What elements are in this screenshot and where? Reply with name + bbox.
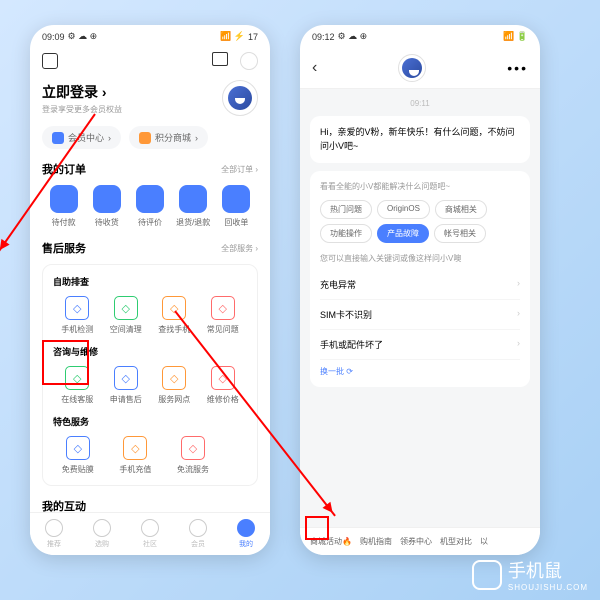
question-tip: 您可以直接输入关键词或像这样问小V噢 <box>320 253 520 264</box>
nav-item[interactable]: 我的 <box>237 519 255 549</box>
topic-chip[interactable]: 功能操作 <box>320 224 372 243</box>
status-time: 09:12 <box>312 32 335 42</box>
question-item[interactable]: SIM卡不识别› <box>320 300 520 330</box>
settings-icon[interactable] <box>42 53 58 69</box>
service-item[interactable]: ◇免费贴膜 <box>59 436 97 475</box>
login-section[interactable]: 立即登录 › 登录享受更多会员权益 <box>42 80 258 116</box>
highlight-box-2 <box>305 516 329 540</box>
status-bar: 09:12⚙ ☁ ⊕ 📶 🔋 <box>300 25 540 48</box>
nav-item[interactable]: 社区 <box>141 519 159 549</box>
nav-item[interactable]: 推荐 <box>45 519 63 549</box>
orders-title: 我的订单 <box>42 161 86 177</box>
order-item[interactable]: 待评价 <box>128 185 171 228</box>
order-item[interactable]: 回收单 <box>215 185 258 228</box>
top-bar <box>42 48 258 74</box>
phone-left: 09:09⚙ ☁ ⊕ 📶 ⚡17 立即登录 › 登录享受更多会员权益 会员中心› <box>30 25 270 555</box>
service-item[interactable]: ◇申请售后 <box>106 366 145 405</box>
refresh-link[interactable]: 换一批 ⟳ <box>320 366 520 377</box>
more-icon[interactable]: ••• <box>507 60 528 76</box>
service-item[interactable]: ◇常见问题 <box>203 296 242 335</box>
topic-chip[interactable]: 帐号相关 <box>434 224 486 243</box>
service-item[interactable]: ◇免流服务 <box>174 436 212 475</box>
suggestion-chip[interactable]: 购机指南 <box>360 536 392 547</box>
chat-avatar <box>398 54 426 82</box>
service-item[interactable]: ◇手机检测 <box>58 296 97 335</box>
cart-icon[interactable] <box>212 52 228 66</box>
nav-item[interactable]: 会员 <box>189 519 207 549</box>
service-item[interactable]: ◇手机充值 <box>117 436 155 475</box>
watermark: 手机鼠 SHOUJISHU.COM <box>472 557 588 592</box>
greeting-bubble: Hi，亲爱的V粉，新年快乐！有什么问题，不妨问问小V吧~ <box>310 116 530 163</box>
aftersale-title: 售后服务 <box>42 240 86 256</box>
phone-right: 09:12⚙ ☁ ⊕ 📶 🔋 ‹ ••• 09:11 Hi，亲爱的V粉，新年快乐… <box>300 25 540 555</box>
watermark-main: 手机鼠 <box>508 557 588 583</box>
assistant-icon[interactable] <box>240 52 258 70</box>
chat-timestamp: 09:11 <box>310 99 530 108</box>
orders-more[interactable]: 全部订单 › <box>221 164 258 175</box>
status-bar: 09:09⚙ ☁ ⊕ 📶 ⚡17 <box>30 25 270 48</box>
question-item[interactable]: 手机或配件坏了› <box>320 330 520 360</box>
suggestion-row: 商城活动🔥购机指南领券中心机型对比以 <box>300 527 540 555</box>
pill-points[interactable]: 积分商城› <box>129 126 208 149</box>
bottom-nav: 推荐选购社区会员我的 <box>30 512 270 555</box>
nav-item[interactable]: 选购 <box>93 519 111 549</box>
highlight-box-1 <box>42 340 89 385</box>
order-item[interactable]: 待付款 <box>42 185 85 228</box>
suggestion-chip[interactable]: 领券中心 <box>400 536 432 547</box>
suggestion-chip[interactable]: 机型对比 <box>440 536 472 547</box>
question-item[interactable]: 充电异常› <box>320 270 520 300</box>
topic-chip[interactable]: 商城相关 <box>435 200 487 219</box>
service-item[interactable]: ◇服务网点 <box>155 366 194 405</box>
service-item[interactable]: ◇空间清理 <box>106 296 145 335</box>
suggestion-card: 看看全能的小V都能解决什么问题吧~ 热门问题 OriginOS 商城相关功能操作产品… <box>310 171 530 387</box>
topic-chip[interactable]: OriginOS <box>377 200 430 219</box>
status-time: 09:09 <box>42 32 65 42</box>
watermark-sub: SHOUJISHU.COM <box>508 583 588 592</box>
avatar[interactable] <box>222 80 258 116</box>
order-item[interactable]: 待收货 <box>85 185 128 228</box>
suggestion-chip[interactable]: 以 <box>480 536 488 547</box>
aftersale-more[interactable]: 全部服务 › <box>221 243 258 254</box>
chat-header: ‹ ••• <box>300 48 540 89</box>
card-title: 看看全能的小V都能解决什么问题吧~ <box>320 181 520 192</box>
back-icon[interactable]: ‹ <box>312 59 317 77</box>
topic-chip[interactable]: 产品故障 <box>377 224 429 243</box>
watermark-logo <box>472 560 502 590</box>
topic-chip[interactable]: 热门问题 <box>320 200 372 219</box>
login-subtitle: 登录享受更多会员权益 <box>42 104 122 115</box>
login-title: 立即登录 <box>42 84 98 100</box>
order-item[interactable]: 退货/退款 <box>172 185 215 228</box>
